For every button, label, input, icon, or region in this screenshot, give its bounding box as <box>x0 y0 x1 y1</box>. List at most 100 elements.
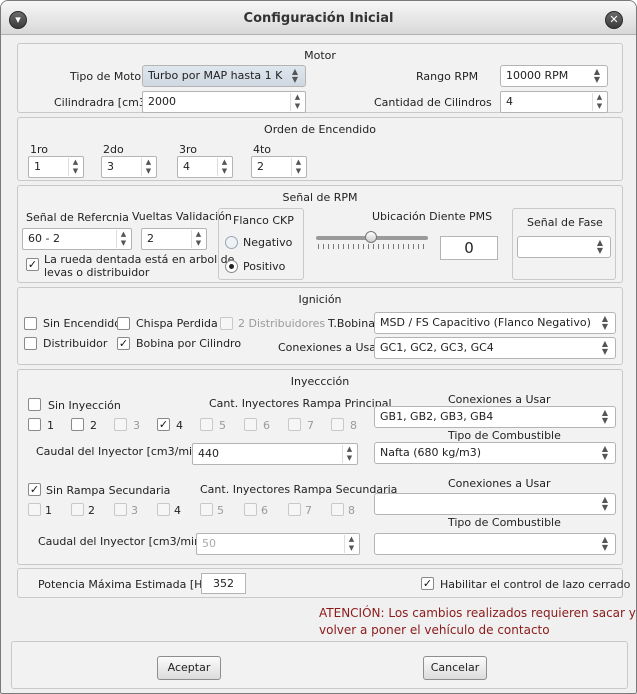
conexiones2-label: Conexiones a Usar <box>448 477 551 490</box>
inyector2-label-4: 4 <box>174 504 181 517</box>
distribuidor-label: Distribuidor <box>43 337 108 350</box>
spin-arrows-icon[interactable]: ▲ ▼ <box>344 535 358 553</box>
updown-arrow-icon: ▲ ▼ <box>596 238 604 255</box>
title-bar: ▾ Configuración Inicial ✕ <box>1 1 636 35</box>
spin-arrows-icon[interactable]: ▲ ▼ <box>217 158 231 176</box>
spin-arrows-icon[interactable]: ▲ ▼ <box>191 230 205 248</box>
window-title: Configuración Inicial <box>243 11 394 26</box>
referencia-spinbox[interactable]: 60 - 2 ▲ ▼ <box>22 228 132 250</box>
vueltas-label: Vueltas Validación <box>132 210 232 223</box>
flanco-title: Flanco CKP <box>233 214 294 227</box>
tipo-motor-select[interactable]: Turbo por MAP hasta 1 K ▲ ▼ <box>142 65 306 87</box>
cilindrada-spinbox[interactable]: 2000 ▲ ▼ <box>142 91 306 113</box>
inyector2-checkbox-2[interactable] <box>71 503 84 516</box>
ignicion-conexiones-label: Conexiones a Usar <box>278 341 381 354</box>
negativo-radio[interactable] <box>225 236 238 249</box>
spin-arrows-icon[interactable]: ▲ ▼ <box>291 158 305 176</box>
bobina-cilindro-checkbox[interactable]: ✓ <box>117 337 130 350</box>
inyector2-checkbox-3[interactable] <box>114 503 127 516</box>
fase-select[interactable]: ▲ ▼ <box>517 236 611 258</box>
spin-arrows-icon[interactable]: ▲ ▼ <box>342 445 356 463</box>
referencia-label: Señal de Refercnia <box>26 211 129 224</box>
combustible-label: Tipo de Combustible <box>448 429 561 442</box>
spin-arrows-icon[interactable]: ▲ ▼ <box>141 158 155 176</box>
motor-title: Motor <box>304 49 336 62</box>
cilindrada-label: Cilindradra [cm3] <box>54 96 151 109</box>
slider-ticks <box>318 244 426 249</box>
spin-arrows-icon[interactable]: ▲ ▼ <box>592 93 606 111</box>
inyeccion-conexiones-select[interactable]: GB1, GB2, GB3, GB4 ▲ ▼ <box>374 406 616 428</box>
caudal-spinbox[interactable]: 440 ▲ ▼ <box>192 443 358 465</box>
caudal2-label: Caudal del Inyector [cm3/min] <box>38 535 206 548</box>
positivo-label: Positivo <box>243 260 286 273</box>
sin-encendido-checkbox[interactable] <box>24 317 37 330</box>
inyector2-label-7: 7 <box>305 504 312 517</box>
sin-rampa-label: Sin Rampa Secundaria <box>46 484 171 497</box>
inyector2-checkbox-5[interactable] <box>200 503 213 516</box>
inyector-checkbox-4[interactable]: ✓ <box>157 418 170 431</box>
combustible-select[interactable]: Nafta (680 kg/m3) ▲ ▼ <box>374 442 616 464</box>
tbobina-select[interactable]: MSD / FS Capacitivo (Flanco Negativo) ▲ ▼ <box>374 312 616 334</box>
orden-4to-spinbox[interactable]: 2 ▲ ▼ <box>251 156 307 178</box>
inyector-label-6: 6 <box>263 419 270 432</box>
vueltas-spinbox[interactable]: 2 ▲ ▼ <box>141 228 207 250</box>
orden-2do-spinbox[interactable]: 3 ▲ ▼ <box>101 156 157 178</box>
chispa-perdida-checkbox[interactable] <box>117 317 130 330</box>
rueda-checkbox[interactable]: ✓ <box>26 258 39 271</box>
close-icon[interactable]: ✕ <box>605 11 623 29</box>
orden-group: Orden de Encendido 1ro 1 ▲ ▼ 2do 3 ▲ ▼ 3ro 4… <box>17 117 623 181</box>
orden-2do-label: 2do <box>103 143 124 156</box>
inyector-checkbox-2[interactable] <box>71 418 84 431</box>
dos-distribuidores-checkbox[interactable] <box>220 317 233 330</box>
inyector-checkbox-8[interactable] <box>331 418 344 431</box>
sin-inyeccion-checkbox[interactable] <box>28 398 41 411</box>
distribuidor-checkbox[interactable] <box>24 337 37 350</box>
cilindros-spinbox[interactable]: 4 ▲ ▼ <box>500 91 608 113</box>
inyector-label-3: 3 <box>133 419 140 432</box>
tipo2-select[interactable]: ▲ ▼ <box>374 533 616 555</box>
fase-groupbox: Señal de Fase ▲ ▼ <box>512 208 616 280</box>
inyector2-checkbox-7[interactable] <box>288 503 301 516</box>
potencia-group: Potencia Máxima Estimada [HP] 352 ✓ Habi… <box>17 568 630 598</box>
orden-1ro-spinbox[interactable]: 1 ▲ ▼ <box>28 156 84 178</box>
updown-arrow-icon: ▲ ▼ <box>601 444 609 461</box>
positivo-radio[interactable] <box>225 260 238 273</box>
spin-arrows-icon[interactable]: ▲ ▼ <box>68 158 82 176</box>
inyector-checkbox-5[interactable] <box>200 418 213 431</box>
fase-label: Señal de Fase <box>527 216 603 229</box>
inyector-checkbox-7[interactable] <box>288 418 301 431</box>
rueda-label: La rueda dentada está en arbol de levas o… <box>44 253 235 279</box>
diente-label: Ubicación Diente PMS <box>372 210 493 223</box>
sin-rampa-checkbox[interactable]: ✓ <box>28 483 41 496</box>
spin-arrows-icon[interactable]: ▲ ▼ <box>290 93 304 111</box>
caudal2-spinbox[interactable]: 50 ▲ ▼ <box>196 533 360 555</box>
inyector-label-4: 4 <box>176 419 183 432</box>
inyector-checkbox-1[interactable] <box>28 418 41 431</box>
rango-rpm-label: Rango RPM <box>416 70 479 83</box>
conexiones2-select[interactable]: ▲ ▼ <box>374 493 616 515</box>
inyector2-checkbox-6[interactable] <box>244 503 257 516</box>
diente-value[interactable]: 0 <box>440 236 498 260</box>
inyector-checkbox-3[interactable] <box>114 418 127 431</box>
inyector-checkbox-6[interactable] <box>244 418 257 431</box>
ignicion-conexiones-select[interactable]: GC1, GC2, GC3, GC4 ▲ ▼ <box>374 337 616 359</box>
flanco-groupbox: Flanco CKP Negativo Positivo <box>218 208 304 280</box>
rango-rpm-select[interactable]: 10000 RPM ▲ ▼ <box>500 65 608 87</box>
inyector2-label-8: 8 <box>348 504 355 517</box>
lazo-cerrado-checkbox[interactable]: ✓ <box>421 577 434 590</box>
accept-button[interactable]: Aceptar <box>157 656 221 680</box>
inyector2-checkbox-4[interactable] <box>157 503 170 516</box>
inyector2-checkbox-8[interactable] <box>331 503 344 516</box>
potencia-value[interactable]: 352 <box>201 573 246 594</box>
inyector2-checkbox-1[interactable] <box>28 503 41 516</box>
updown-arrow-icon: ▲ ▼ <box>601 339 609 356</box>
diente-slider-handle[interactable] <box>365 231 377 243</box>
sin-encendido-label: Sin Encendido <box>43 317 121 330</box>
cant-secundaria-label: Cant. Inyectores Rampa Secundaria <box>200 483 398 496</box>
orden-1ro-label: 1ro <box>30 143 49 156</box>
cancel-button[interactable]: Cancelar <box>423 656 487 680</box>
inyeccion-conexiones-label: Conexiones a Usar <box>448 393 551 406</box>
orden-3ro-label: 3ro <box>179 143 198 156</box>
spin-arrows-icon[interactable]: ▲ ▼ <box>116 230 130 248</box>
orden-3ro-spinbox[interactable]: 4 ▲ ▼ <box>177 156 233 178</box>
